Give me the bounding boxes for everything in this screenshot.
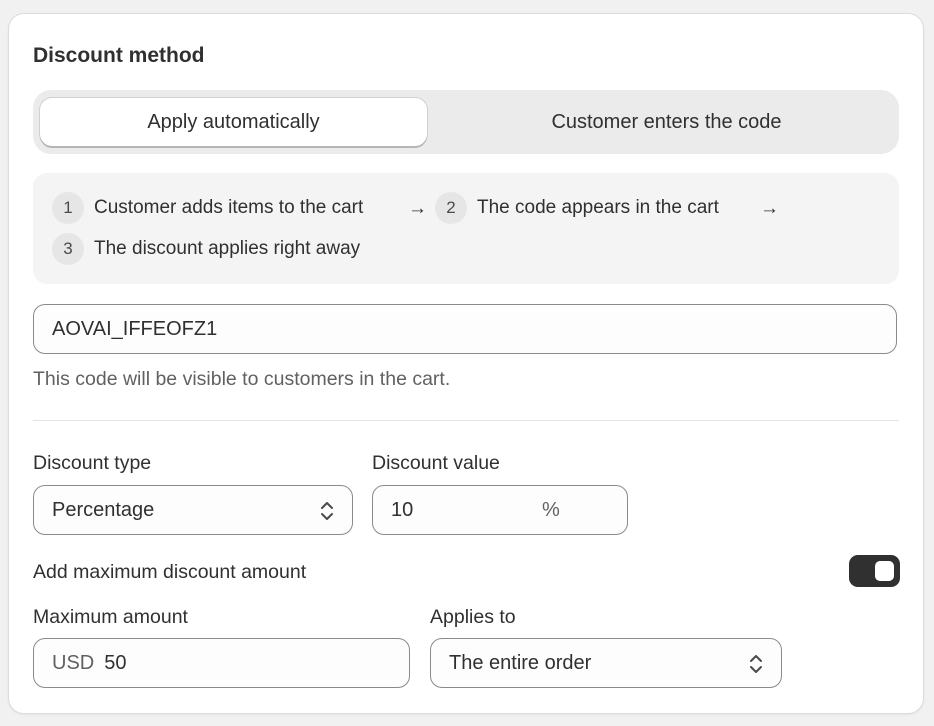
step-1: 1 Customer adds items to the cart — [52, 192, 363, 224]
maximum-amount-label: Maximum amount — [33, 606, 188, 628]
discount-method-card: Discount method Apply automatically Cust… — [8, 13, 924, 714]
discount-value: 10 — [391, 498, 414, 521]
percent-suffix: % — [542, 498, 560, 521]
discount-method-segmented-control: Apply automatically Customer enters the … — [33, 90, 899, 154]
step-2: 2 The code appears in the cart — [435, 192, 719, 224]
arrow-right-icon: → — [408, 198, 427, 219]
step-text: The discount applies right away — [94, 238, 361, 259]
maximum-amount-input[interactable]: USD 50 — [33, 638, 410, 688]
discount-type-value: Percentage — [52, 498, 155, 521]
max-discount-toggle[interactable] — [849, 555, 900, 587]
code-help-text: This code will be visible to customers i… — [33, 368, 451, 390]
discount-value-label: Discount value — [372, 452, 500, 474]
maximum-amount-value: 50 — [104, 651, 127, 674]
customer-enters-code-option[interactable]: Customer enters the code — [473, 98, 860, 146]
step-text: Customer adds items to the cart — [94, 197, 364, 218]
applies-to-value: The entire order — [449, 651, 592, 674]
steps-panel: 1 Customer adds items to the cart → 2 Th… — [33, 173, 899, 284]
step-3: 3 The discount applies right away — [52, 233, 360, 265]
arrow-right-icon: → — [760, 198, 779, 219]
divider — [33, 420, 899, 421]
discount-value-input[interactable]: 10 % — [372, 485, 628, 535]
step-number: 3 — [52, 233, 84, 265]
max-discount-label: Add maximum discount amount — [33, 561, 307, 583]
discount-type-select[interactable]: Percentage — [33, 485, 353, 535]
toggle-knob — [875, 561, 894, 581]
discount-type-label: Discount type — [33, 452, 152, 474]
section-title: Discount method — [33, 44, 205, 67]
step-number: 1 — [52, 192, 84, 224]
select-chevron-icon — [321, 502, 333, 520]
apply-automatically-option[interactable]: Apply automatically — [40, 98, 427, 146]
step-number: 2 — [435, 192, 467, 224]
applies-to-select[interactable]: The entire order — [430, 638, 782, 688]
step-text: The code appears in the cart — [477, 197, 719, 218]
currency-prefix: USD — [52, 651, 95, 674]
discount-code-input[interactable]: AOVAI_IFFEOFZ1 — [33, 304, 897, 354]
applies-to-label: Applies to — [430, 606, 516, 628]
select-chevron-icon — [750, 655, 762, 673]
